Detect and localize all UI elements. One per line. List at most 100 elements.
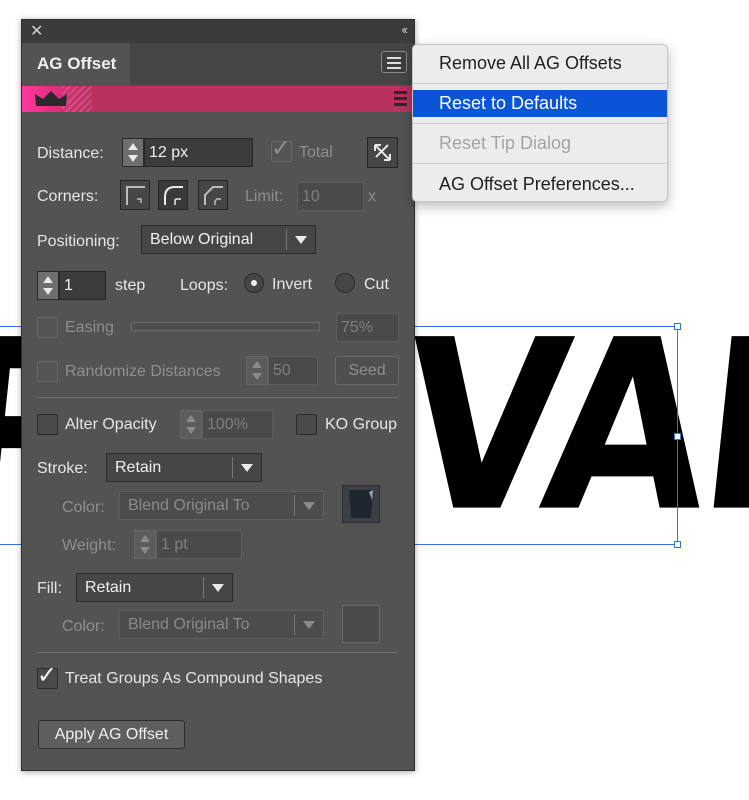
banner-menu-icon[interactable] (394, 91, 407, 107)
steps-stepper[interactable] (37, 271, 59, 300)
stroke-weight-stepper[interactable] (134, 530, 156, 559)
chevron-down-icon (241, 464, 253, 472)
randomize-label: Randomize Distances (65, 363, 221, 380)
distance-input[interactable]: 12 px (144, 138, 253, 167)
dropdown-separator (203, 577, 204, 598)
positioning-label: Positioning: (37, 233, 120, 250)
fill-color-value: Blend Original To (128, 616, 250, 633)
screen: P VAL ✕ ‹‹ AG Offset Di (0, 0, 749, 800)
divider (36, 652, 398, 653)
arrows-cross-icon (374, 144, 391, 161)
apply-ag-offset-button[interactable]: Apply AG Offset (38, 720, 185, 749)
fill-color-dropdown[interactable]: Blend Original To (119, 610, 324, 639)
stroke-color-dropdown[interactable]: Blend Original To (119, 491, 324, 520)
limit-label: Limit: (245, 188, 284, 205)
dropdown-separator (294, 495, 295, 516)
collapse-icon[interactable]: ‹‹ (401, 22, 408, 37)
stroke-dropdown[interactable]: Retain (106, 453, 262, 482)
corners-label: Corners: (37, 188, 99, 205)
dropdown-separator (286, 229, 287, 250)
stroke-weight-input[interactable]: 1 pt (156, 530, 242, 559)
limit-unit-label: x (368, 188, 376, 205)
corner-miter-button[interactable] (120, 180, 150, 210)
selection-handle-middle-right[interactable] (674, 433, 681, 440)
opacity-input[interactable]: 100% (202, 410, 273, 439)
total-label: Total (299, 144, 333, 161)
chevron-down-icon (303, 621, 315, 629)
menu-item-preferences[interactable]: AG Offset Preferences... (413, 171, 667, 198)
fill-value: Retain (85, 579, 132, 596)
corner-round-button[interactable] (158, 180, 188, 210)
stroke-color-value: Blend Original To (128, 497, 250, 514)
corner-round-icon (164, 186, 183, 205)
ag-offset-panel: ✕ ‹‹ AG Offset Distance: 12 px ✓ Total C… (21, 19, 415, 771)
distance-label: Distance: (37, 145, 104, 162)
dropdown-separator (294, 614, 295, 635)
easing-checkbox[interactable] (37, 317, 58, 338)
chevron-down-icon (212, 584, 224, 592)
loops-label: Loops: (180, 277, 229, 294)
opacity-stepper[interactable] (180, 410, 202, 439)
panel-flyout-menu: Remove All AG Offsets Reset to Defaults … (412, 44, 668, 202)
ko-group-checkbox[interactable] (296, 414, 317, 435)
dropdown-separator (232, 457, 233, 478)
treat-groups-checkbox[interactable]: ✓ (37, 663, 58, 689)
chevron-down-icon (303, 502, 315, 510)
menu-separator (413, 123, 667, 124)
steps-input[interactable]: 1 (59, 271, 106, 300)
alter-opacity-label: Alter Opacity (65, 416, 157, 433)
panel-tab-row: AG Offset (22, 43, 414, 85)
total-checkbox[interactable]: ✓ (271, 136, 292, 162)
stroke-value: Retain (115, 459, 162, 476)
selection-handle-bottom-right[interactable] (674, 541, 681, 548)
easing-input[interactable]: 75% (336, 313, 399, 342)
loops-cut-radio[interactable] (335, 273, 355, 293)
alter-opacity-checkbox[interactable] (37, 414, 58, 435)
randomize-stepper[interactable] (246, 356, 268, 385)
total-checkmark-icon: ✓ (271, 134, 292, 162)
menu-item-remove-all[interactable]: Remove All AG Offsets (413, 50, 667, 77)
loops-invert-radio[interactable] (244, 273, 264, 293)
distance-stepper[interactable] (122, 138, 144, 167)
fill-color-swatch[interactable] (342, 605, 380, 643)
positioning-dropdown[interactable]: Below Original (141, 225, 316, 254)
close-icon[interactable]: ✕ (30, 21, 43, 41)
stroke-label: Stroke: (37, 460, 88, 477)
menu-item-reset-defaults[interactable]: Reset to Defaults (413, 90, 667, 117)
fill-label: Fill: (37, 580, 62, 597)
distance-swap-button[interactable] (367, 137, 398, 168)
treat-groups-checkmark-icon: ✓ (37, 661, 58, 689)
corner-bevel-button[interactable] (198, 180, 228, 210)
artwork-right-letters[interactable]: VAL (390, 289, 749, 563)
menu-item-reset-tip-dialog[interactable]: Reset Tip Dialog (413, 130, 667, 157)
panel-title: AG Offset (37, 54, 117, 73)
brand-banner (22, 86, 414, 112)
loops-invert-label: Invert (272, 276, 313, 293)
stroke-weight-label: Weight: (62, 537, 116, 554)
selection-handle-top-right[interactable] (674, 323, 681, 330)
menu-separator (413, 163, 667, 164)
corner-miter-icon (126, 186, 145, 205)
randomize-input[interactable]: 50 (268, 356, 318, 385)
steps-unit-label: step (115, 277, 146, 294)
ko-group-label: KO Group (325, 416, 398, 433)
panel-title-bar[interactable]: ✕ ‹‹ (22, 20, 414, 43)
crown-icon (35, 91, 67, 106)
stroke-color-swatch[interactable] (342, 485, 380, 523)
limit-input[interactable]: 10 (297, 182, 364, 211)
panel-menu-button[interactable] (381, 51, 407, 73)
chevron-down-icon (295, 236, 307, 244)
easing-slider[interactable] (131, 322, 320, 331)
corner-bevel-icon (204, 186, 223, 205)
stroke-color-label: Color: (62, 499, 105, 516)
fill-dropdown[interactable]: Retain (76, 573, 233, 602)
menu-separator (413, 83, 667, 84)
tab-ag-offset[interactable]: AG Offset (22, 43, 130, 85)
divider (36, 397, 398, 398)
treat-groups-label: Treat Groups As Compound Shapes (65, 670, 323, 687)
seed-button[interactable]: Seed (335, 356, 399, 385)
easing-label: Easing (65, 319, 114, 336)
loops-cut-label: Cut (364, 276, 389, 293)
randomize-checkbox[interactable] (37, 361, 58, 382)
fill-color-label: Color: (62, 618, 105, 635)
